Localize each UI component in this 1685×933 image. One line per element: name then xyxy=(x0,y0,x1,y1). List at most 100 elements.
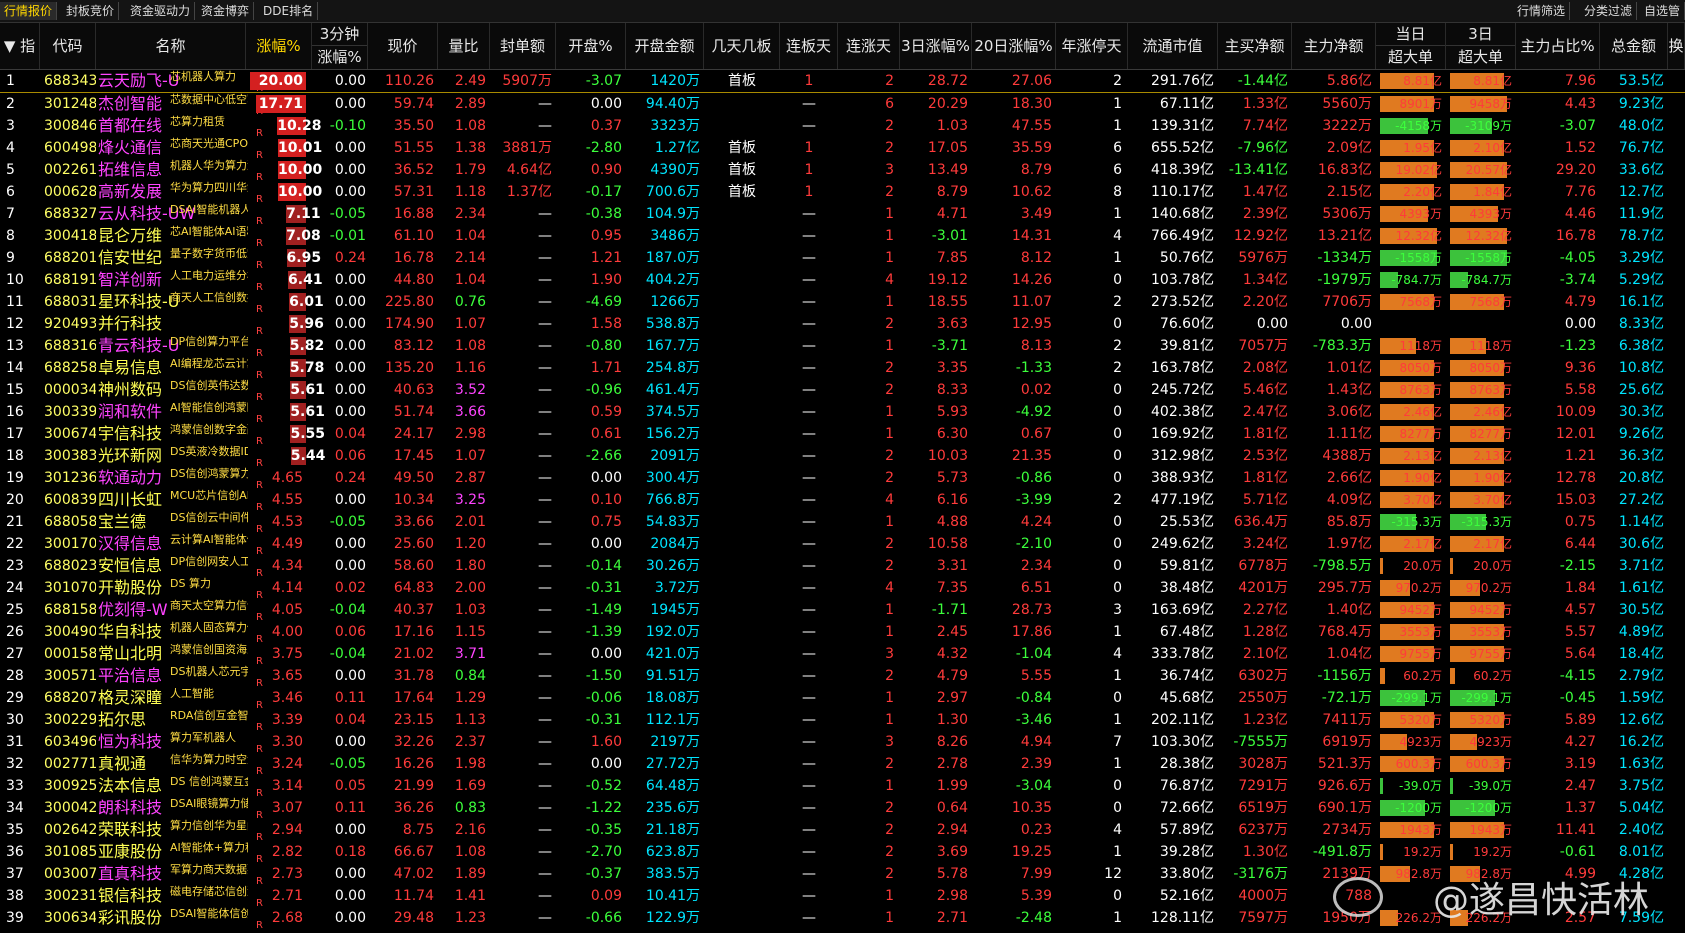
tab-4[interactable]: DDE排名 xyxy=(259,2,319,20)
seal-amount: — xyxy=(538,822,552,838)
table-row[interactable]: 15000034神州数码DS信创英伟达数字R5.610.0040.633.52—… xyxy=(0,379,1685,403)
table-row[interactable]: 24 301070 开勒股份 DS 算力 R 4.14 0.02 64.83 2.00— -0.3… xyxy=(0,577,1685,601)
header-3min[interactable]: 3分钟 涨幅% xyxy=(312,23,368,69)
consecutive-up: 1 xyxy=(885,250,894,266)
table-row[interactable]: 23 688023 安恒信息 DP信创网安人工 R 4.34 0.00 58.60 1.80— -… xyxy=(0,555,1685,579)
stock-code: 000628 xyxy=(44,184,96,200)
table-row[interactable]: 12 920493 并行科技 R 5.96 0.00 174.90 1.07—1.58 538.… xyxy=(0,313,1685,337)
table-row[interactable]: 32002771真视通信华为算力时空大数据R3.24-0.0516.261.98… xyxy=(0,753,1685,777)
right-tab-1[interactable]: 分类过滤 xyxy=(1580,2,1638,20)
table-row[interactable]: 25688158优刻得-W商天太空算力信创数据R4.05-0.0440.371.… xyxy=(0,599,1685,623)
three-min-change: 0.24 xyxy=(334,250,366,266)
consecutive-limit: — xyxy=(802,602,816,618)
table-row[interactable]: 26300490华自科技机器人固态算力储能R4.000.0617.161.15—… xyxy=(0,621,1685,645)
current-price: 44.80 xyxy=(393,272,434,288)
table-row[interactable]: 35002642荣联科技算力信创华为星闪R2.940.008.752.16—-0… xyxy=(0,819,1685,843)
tab-1[interactable]: 封板竞价 xyxy=(62,2,120,20)
table-row[interactable]: 34300042朗科科技DSAI眼镜算力储芯片R3.070.1136.260.8… xyxy=(0,797,1685,821)
header-consecutive-up[interactable]: 连涨天 xyxy=(838,23,900,69)
three-day-change: 3.69 xyxy=(936,844,968,860)
total-amount: 27.2亿 xyxy=(1618,492,1664,508)
header-code[interactable]: 代码 xyxy=(40,23,96,69)
table-row[interactable]: 31 603496 恒为科技 算力军机器人 R 3.30 0.00 32.26 2.37—1.6… xyxy=(0,731,1685,755)
pct-change-box: 20.00 xyxy=(250,72,306,90)
pct-change-box: 5.61 xyxy=(290,381,325,399)
consecutive-limit: 1 xyxy=(804,162,814,178)
tab-3[interactable]: 资金博弈 xyxy=(197,2,255,20)
total-amount: 16.1亿 xyxy=(1618,294,1664,310)
main-ratio: 9.36 xyxy=(1564,360,1596,376)
table-row[interactable]: 16300339润和软件AI智能信创鸿蒙欧拉R5.610.0051.743.66… xyxy=(0,401,1685,425)
table-row[interactable]: 22300170汉得信息云计算AI智能体信创工业R4.490.0025.601.… xyxy=(0,533,1685,557)
float-cap: 139.31亿 xyxy=(1151,118,1214,134)
header-open-amount[interactable]: 开盘金额 xyxy=(626,23,704,69)
consecutive-up: 4 xyxy=(885,580,894,596)
open-amount: 1266万 xyxy=(650,294,700,310)
table-row[interactable]: 28300571平治信息DS机器人芯元宇宙5GR3.650.0031.780.8… xyxy=(0,665,1685,689)
header-today-super[interactable]: 当日 超大单 xyxy=(1376,23,1446,69)
header-float-cap[interactable]: 流通市值 xyxy=(1128,23,1218,69)
year-limit-days: 0 xyxy=(1113,800,1122,816)
table-row[interactable]: 19301236软通动力DS信创鸿蒙算力互金R4.650.2449.502.87… xyxy=(0,467,1685,491)
table-row[interactable]: 36301085亚康股份AI智能体+算力租赁+CPR2.820.1866.671… xyxy=(0,841,1685,865)
table-row[interactable]: 5002261拓维信息机器人华为算力鸿蒙R10.000.0036.521.794… xyxy=(0,159,1685,183)
table-row[interactable]: 11688031星环科技-U商天人工信创数据R6.010.00225.800.7… xyxy=(0,291,1685,315)
table-row[interactable]: 29 688207 格灵深瞳 人工智能 R 3.46 0.11 17.64 1.29— -0.06… xyxy=(0,687,1685,711)
table-row[interactable]: 6000628高新发展华为算力四川华鲲R10.000.0057.311.181.… xyxy=(0,181,1685,205)
table-row[interactable]: 4600498烽火通信芯商天光通CPO信息R10.010.0051.551.38… xyxy=(0,137,1685,161)
year-limit-days: 3 xyxy=(1113,602,1122,618)
pct-change-box: 6.95 xyxy=(286,249,322,267)
table-row[interactable]: 10688191智洋创新人工电力运维分析R6.410.0044.801.04—1… xyxy=(0,269,1685,293)
header-3day-change[interactable]: 3日涨幅% xyxy=(900,23,972,69)
header-main-ratio[interactable]: 主力占比% xyxy=(1516,23,1600,69)
table-row[interactable]: 9688201信安世纪量子数字货币低空经济R6.950.2416.782.14—… xyxy=(0,247,1685,271)
three-day-super-order-label: 3553万 xyxy=(1469,625,1512,639)
main-buy-net: 1.81亿 xyxy=(1242,426,1288,442)
open-pct: -3.07 xyxy=(585,73,622,89)
header-pct[interactable]: 涨幅% xyxy=(246,23,312,69)
consecutive-limit: — xyxy=(802,536,816,552)
header-3day-super[interactable]: 3日 超大单 xyxy=(1446,23,1516,69)
table-row[interactable]: 18300383光环新网DS英液冷数据IDCR5.440.0617.451.07… xyxy=(0,445,1685,469)
header-volume-ratio[interactable]: 量比 xyxy=(438,23,490,69)
days-boards xyxy=(704,907,780,929)
header-main-net[interactable]: 主力净额 xyxy=(1292,23,1376,69)
row-index: 37 xyxy=(6,866,24,882)
float-cap: 110.17亿 xyxy=(1151,184,1214,200)
header-seal-amount[interactable]: 封单额 xyxy=(490,23,556,69)
table-row[interactable]: 2301248杰创智能芯数据中心低空军R17.710.0059.742.89—0… xyxy=(0,93,1685,117)
pct-change-box: 4.49 xyxy=(271,536,303,552)
main-buy-net: 2.53亿 xyxy=(1242,448,1288,464)
header-year-limit-days[interactable]: 年涨停天 xyxy=(1056,23,1128,69)
tab-0[interactable]: 行情报价 xyxy=(0,2,58,20)
header-days-boards[interactable]: 几天几板 xyxy=(704,23,780,69)
table-row[interactable]: 27000158常山北明鸿蒙信创国资海思R3.75-0.0421.023.71—… xyxy=(0,643,1685,667)
seal-amount: — xyxy=(538,668,552,684)
table-row[interactable]: 13 688316 青云科技-U DP信创算力平台 R 5.82 0.00 83.12 1.08… xyxy=(0,335,1685,359)
header-index[interactable]: ▼ 指 xyxy=(0,23,40,69)
tab-2[interactable]: 资金驱动力 xyxy=(126,2,196,20)
header-20day-change[interactable]: 20日涨幅% xyxy=(972,23,1056,69)
header-main-buy-net[interactable]: 主买净额 xyxy=(1218,23,1292,69)
right-tab-0[interactable]: 行情筛选 xyxy=(1513,2,1571,20)
header-price[interactable]: 现价 xyxy=(368,23,438,69)
table-row[interactable]: 7 688327 云从科技-UW DSAI智能机器人 R 7.11 -0.05 16.88 2.… xyxy=(0,203,1685,227)
right-tab-2[interactable]: 自选管 xyxy=(1640,2,1685,20)
table-row[interactable]: 14688258卓易信息AI编程龙芯云计算R5.780.00135.201.16… xyxy=(0,357,1685,381)
table-row[interactable]: 8300418昆仑万维芯AI智能体AI语料R7.08-0.0161.101.04… xyxy=(0,225,1685,249)
twenty-day-change: -2.48 xyxy=(1015,910,1052,926)
table-row[interactable]: 3 300846 首都在线 芯算力租赁 R 10.28 -0.10 35.50 1.08—0.3… xyxy=(0,115,1685,139)
table-row[interactable]: 17300674宇信科技鸿蒙信创数字金融R5.550.0424.172.98—0… xyxy=(0,423,1685,447)
table-row[interactable]: 1688343云天励飞-U芯机器人算力R20.000.00110.262.495… xyxy=(0,70,1685,94)
table-row[interactable]: 21 688058 宝兰德 DS信创云中间件 R 4.53 -0.05 33.66 2.01—0… xyxy=(0,511,1685,535)
table-row[interactable]: 30300229拓尔思RDA信创互金智军1621R3.390.0423.151.… xyxy=(0,709,1685,733)
table-row[interactable]: 20600839四川长虹MCU芯片信创AI人工R4.550.0010.343.2… xyxy=(0,489,1685,513)
header-turnover[interactable]: 换 xyxy=(1668,23,1685,69)
header-total-amount[interactable]: 总金额 xyxy=(1600,23,1668,69)
three-day-super-order-label: 12.32亿 xyxy=(1465,229,1512,243)
header-name[interactable]: 名称 xyxy=(96,23,246,69)
header-open-pct[interactable]: 开盘% xyxy=(556,23,626,69)
table-row[interactable]: 33 300925 法本信息 DS 信创鸿蒙互金 R 3.14 0.05 21.99 1.69—… xyxy=(0,775,1685,799)
float-cap: 59.81亿 xyxy=(1159,558,1214,574)
header-consecutive-limit[interactable]: 连板天 xyxy=(780,23,838,69)
